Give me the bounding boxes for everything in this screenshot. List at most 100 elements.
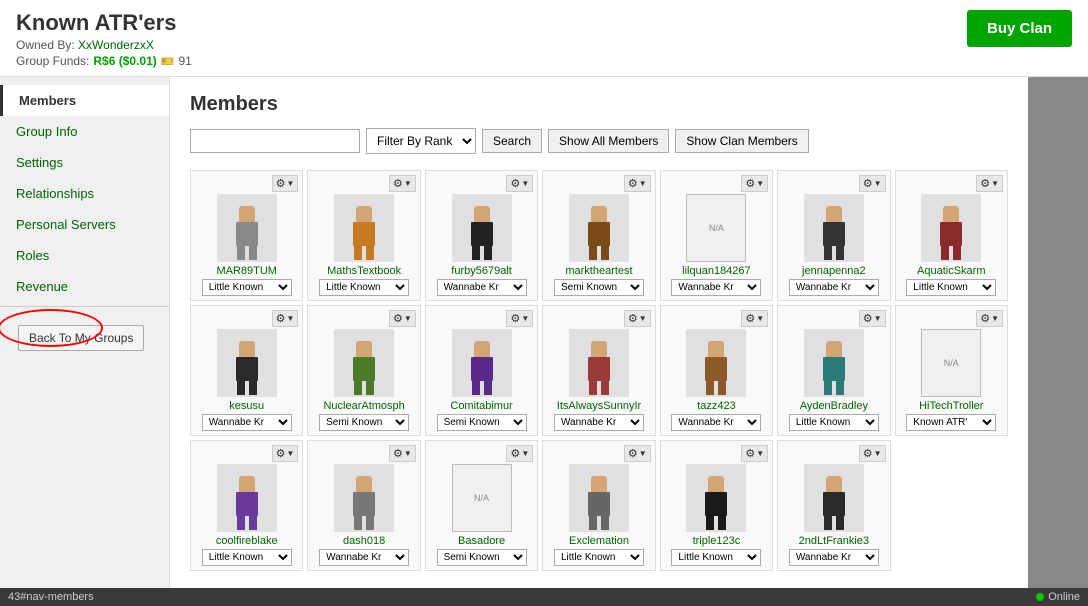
member-name[interactable]: MathsTextbook — [319, 265, 409, 277]
gear-badge[interactable]: ⚙▼ — [272, 445, 299, 462]
member-name[interactable]: kesusu — [202, 400, 292, 412]
member-card-header: ⚙▼ — [900, 310, 1003, 327]
avatar — [452, 194, 512, 262]
gear-badge[interactable]: ⚙▼ — [389, 445, 416, 462]
gear-badge[interactable]: ⚙▼ — [741, 310, 768, 327]
member-name[interactable]: Exclemation — [554, 535, 644, 547]
member-name[interactable]: lilquan184267 — [671, 265, 761, 277]
gear-badge[interactable]: ⚙▼ — [741, 175, 768, 192]
gear-badge[interactable]: ⚙▼ — [272, 310, 299, 327]
member-card-header: ⚙▼ — [312, 445, 415, 462]
rank-select[interactable]: Little KnownWannabe KrSemi KnownKnown AT… — [906, 279, 996, 296]
member-name[interactable]: coolfireblake — [202, 535, 292, 547]
rank-select[interactable]: Little KnownWannabe KrSemi KnownKnown AT… — [789, 549, 879, 566]
rank-select[interactable]: Little KnownWannabe KrSemi KnownKnown AT… — [319, 279, 409, 296]
avatar — [686, 329, 746, 397]
member-card: ⚙▼ AquaticSkarm Little KnownWannabe KrSem… — [895, 170, 1008, 301]
rank-select[interactable]: Little KnownWannabe KrSemi KnownKnown AT… — [437, 549, 527, 566]
gear-icon: ⚙ — [628, 177, 638, 190]
show-clan-members-button[interactable]: Show Clan Members — [675, 129, 808, 153]
gear-badge[interactable]: ⚙▼ — [389, 175, 416, 192]
rank-select[interactable]: Little KnownWannabe KrSemi KnownKnown AT… — [554, 549, 644, 566]
member-card: ⚙▼ triple123c Little KnownWannabe KrSemi … — [660, 440, 773, 571]
gear-icon: ⚙ — [980, 177, 990, 190]
member-name[interactable]: furby5679alt — [437, 265, 527, 277]
member-name[interactable]: AquaticSkarm — [906, 265, 996, 277]
member-name[interactable]: marktheartest — [554, 265, 644, 277]
sidebar-item-personal-servers[interactable]: Personal Servers — [0, 209, 169, 240]
member-name[interactable]: 2ndLtFrankie3 — [789, 535, 879, 547]
gear-badge[interactable]: ⚙▼ — [859, 445, 886, 462]
owner-link[interactable]: XxWonderzxX — [78, 38, 154, 52]
member-card: ⚙▼ kesusu Little KnownWannabe KrSemi Know… — [190, 305, 303, 436]
member-name[interactable]: triple123c — [671, 535, 761, 547]
rank-select[interactable]: Little KnownWannabe KrSemi KnownKnown AT… — [202, 549, 292, 566]
rank-select[interactable]: Little KnownWannabe KrSemi KnownKnown AT… — [789, 279, 879, 296]
back-to-groups-button[interactable]: Back To My Groups — [18, 325, 144, 351]
sidebar-item-relationships[interactable]: Relationships — [0, 178, 169, 209]
gear-badge[interactable]: ⚙▼ — [859, 310, 886, 327]
rank-select[interactable]: Little KnownWannabe KrSemi KnownKnown AT… — [554, 414, 644, 431]
rank-select[interactable]: Little KnownWannabe KrSemi KnownKnown AT… — [554, 279, 644, 296]
rank-select[interactable]: Little KnownWannabe KrSemi KnownKnown AT… — [671, 279, 761, 296]
rank-select[interactable]: Little KnownWannabe KrSemi KnownKnown AT… — [671, 414, 761, 431]
member-name[interactable]: MAR89TUM — [202, 265, 292, 277]
gear-badge[interactable]: ⚙▼ — [624, 310, 651, 327]
gear-badge[interactable]: ⚙▼ — [389, 310, 416, 327]
gear-badge[interactable]: ⚙▼ — [976, 175, 1003, 192]
gear-badge[interactable]: ⚙▼ — [859, 175, 886, 192]
rank-select[interactable]: Little KnownWannabe KrSemi KnownKnown AT… — [906, 414, 996, 431]
gear-badge[interactable]: ⚙▼ — [506, 445, 533, 462]
rank-select[interactable]: Little KnownWannabe KrSemi KnownKnown AT… — [437, 414, 527, 431]
sidebar-item-settings[interactable]: Settings — [0, 147, 169, 178]
sidebar-item-group-info[interactable]: Group Info — [0, 116, 169, 147]
member-card-header: ⚙▼ — [195, 175, 298, 192]
rank-select[interactable]: Little KnownWannabe KrSemi KnownKnown AT… — [202, 279, 292, 296]
gear-badge[interactable]: ⚙▼ — [272, 175, 299, 192]
status-url: 43#nav-members — [8, 591, 94, 603]
members-grid: ⚙▼ MAR89TUMLittle KnownWannabe KrSemi Kn… — [190, 170, 1008, 571]
show-all-members-button[interactable]: Show All Members — [548, 129, 669, 153]
member-name[interactable]: jennapenna2 — [789, 265, 879, 277]
rank-select[interactable]: Little KnownWannabe KrSemi KnownKnown AT… — [319, 549, 409, 566]
member-name[interactable]: tazz423 — [671, 400, 761, 412]
member-card: ⚙▼ ItsAlwaysSunnyIr Little KnownWannabe K… — [542, 305, 655, 436]
dropdown-icon: ▼ — [756, 179, 764, 188]
search-bar: Filter By Rank Search Show All Members S… — [190, 128, 1008, 154]
filter-rank-select[interactable]: Filter By Rank — [366, 128, 476, 154]
sidebar-divider — [0, 306, 169, 307]
member-name[interactable]: NuclearAtmosph — [319, 400, 409, 412]
member-name[interactable]: ItsAlwaysSunnyIr — [554, 400, 644, 412]
dropdown-icon: ▼ — [874, 449, 882, 458]
sidebar-item-roles[interactable]: Roles — [0, 240, 169, 271]
member-name[interactable]: dash018 — [319, 535, 409, 547]
gear-badge[interactable]: ⚙▼ — [624, 445, 651, 462]
avatar — [569, 194, 629, 262]
avatar — [921, 194, 981, 262]
member-name[interactable]: Comitabimur — [437, 400, 527, 412]
gear-badge[interactable]: ⚙▼ — [741, 445, 768, 462]
search-button[interactable]: Search — [482, 129, 542, 153]
gear-badge[interactable]: ⚙▼ — [506, 310, 533, 327]
member-name[interactable]: AydenBradley — [789, 400, 879, 412]
na-label: N/A — [474, 493, 489, 503]
rank-select[interactable]: Little KnownWannabe KrSemi KnownKnown AT… — [671, 549, 761, 566]
main-layout: Members Group Info Settings Relationship… — [0, 77, 1088, 588]
sidebar-item-revenue[interactable]: Revenue — [0, 271, 169, 302]
rank-select[interactable]: Little KnownWannabe KrSemi KnownKnown AT… — [437, 279, 527, 296]
rank-select[interactable]: Little KnownWannabe KrSemi KnownKnown AT… — [319, 414, 409, 431]
rank-select[interactable]: Little KnownWannabe KrSemi KnownKnown AT… — [789, 414, 879, 431]
rank-select[interactable]: Little KnownWannabe KrSemi KnownKnown AT… — [202, 414, 292, 431]
dropdown-icon: ▼ — [874, 179, 882, 188]
gear-badge[interactable]: ⚙▼ — [624, 175, 651, 192]
member-name[interactable]: Basadore — [437, 535, 527, 547]
member-name[interactable]: HiTechTroller — [906, 400, 996, 412]
avatar — [569, 329, 629, 397]
search-input[interactable] — [190, 129, 360, 153]
gear-badge[interactable]: ⚙▼ — [506, 175, 533, 192]
gear-badge[interactable]: ⚙▼ — [976, 310, 1003, 327]
dropdown-icon: ▼ — [639, 179, 647, 188]
buy-clan-button[interactable]: Buy Clan — [967, 10, 1072, 47]
sidebar-item-members[interactable]: Members — [0, 85, 169, 116]
member-card: ⚙▼ 2ndLtFrankie3 Little KnownWannabe KrSe… — [777, 440, 890, 571]
